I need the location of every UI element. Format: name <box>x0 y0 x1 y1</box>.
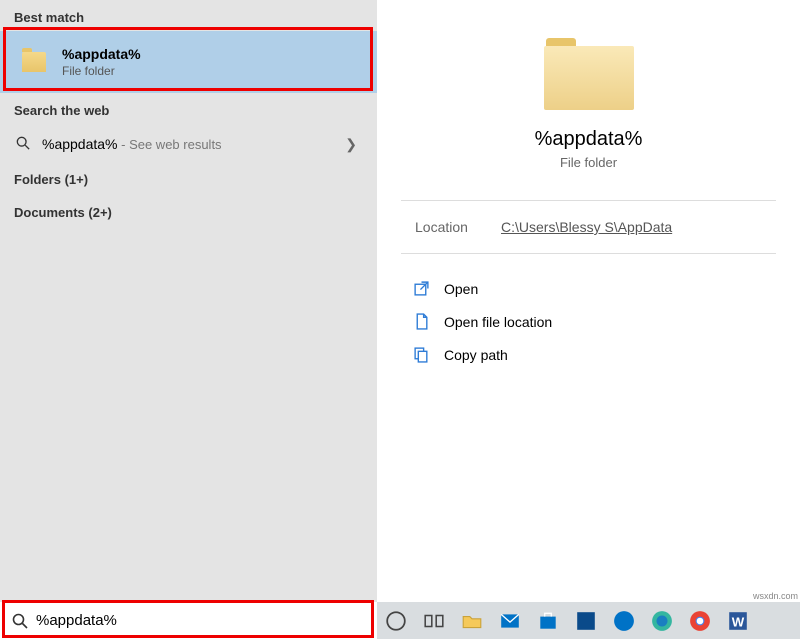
mail-icon[interactable] <box>499 610 521 632</box>
action-open-location[interactable]: Open file location <box>401 305 776 338</box>
action-open[interactable]: Open <box>401 272 776 305</box>
action-copy-path[interactable]: Copy path <box>401 338 776 371</box>
folder-icon-large <box>544 38 634 110</box>
location-link[interactable]: C:\Users\Blessy S\AppData <box>501 219 672 235</box>
preview-panel: %appdata% File folder Location C:\Users\… <box>377 0 800 602</box>
svg-text:W: W <box>732 614 745 629</box>
search-results-panel: Best match %appdata% File folder Search … <box>0 0 377 602</box>
chevron-right-icon: ❯ <box>345 136 363 153</box>
word-icon[interactable]: W <box>727 610 749 632</box>
action-open-location-label: Open file location <box>444 314 552 330</box>
web-result-query: %appdata% <box>42 136 118 152</box>
task-view-icon[interactable] <box>423 610 445 632</box>
search-icon <box>12 613 28 629</box>
filter-folders[interactable]: Folders (1+) <box>0 164 377 197</box>
store-icon[interactable] <box>537 610 559 632</box>
divider <box>401 200 776 201</box>
location-label: Location <box>415 219 501 235</box>
taskbar-search-box[interactable] <box>0 602 377 639</box>
app-icon[interactable] <box>575 610 597 632</box>
folder-icon <box>22 52 46 72</box>
chrome-icon[interactable] <box>689 610 711 632</box>
open-icon <box>413 280 430 297</box>
cortana-icon[interactable] <box>385 610 407 632</box>
search-web-heading: Search the web <box>0 93 377 124</box>
dell-icon[interactable] <box>613 610 635 632</box>
web-result-suffix: - See web results <box>118 137 222 152</box>
taskbar-icons: W <box>377 602 800 639</box>
divider-2 <box>401 253 776 254</box>
edge-icon[interactable] <box>651 610 673 632</box>
best-match-title: %appdata% <box>62 46 363 62</box>
web-search-result[interactable]: %appdata% - See web results ❯ <box>0 124 377 164</box>
preview-subtitle: File folder <box>401 155 776 170</box>
best-match-heading: Best match <box>0 0 377 31</box>
filter-documents[interactable]: Documents (2+) <box>0 197 377 230</box>
best-match-result[interactable]: %appdata% File folder <box>0 31 377 93</box>
action-copy-path-label: Copy path <box>444 347 508 363</box>
preview-title: %appdata% <box>401 128 776 151</box>
best-match-text: %appdata% File folder <box>62 46 363 78</box>
search-icon <box>14 136 32 153</box>
watermark: wsxdn.com <box>753 591 798 601</box>
file-explorer-icon[interactable] <box>461 610 483 632</box>
location-row: Location C:\Users\Blessy S\AppData <box>401 219 776 235</box>
taskbar: W <box>0 602 800 639</box>
search-input[interactable] <box>28 612 377 629</box>
web-result-text: %appdata% - See web results <box>42 136 345 152</box>
copy-icon <box>413 346 430 363</box>
best-match-subtitle: File folder <box>62 64 363 78</box>
action-open-label: Open <box>444 281 478 297</box>
file-location-icon <box>413 313 430 330</box>
